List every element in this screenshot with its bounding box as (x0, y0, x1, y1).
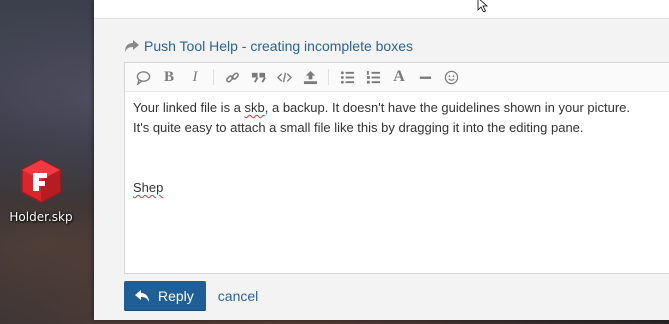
desktop-icon-label: Holder.skp (9, 210, 73, 224)
code-button[interactable] (272, 65, 296, 89)
editor-line: Your linked file is a skb, a backup. It … (133, 98, 662, 118)
quote-button[interactable] (246, 65, 270, 89)
bold-icon: B (163, 68, 174, 85)
italic-button[interactable]: I (183, 65, 207, 89)
reply-button-label: Reply (158, 288, 194, 304)
editor-line: It's quite easy to attach a small file l… (133, 120, 584, 135)
reply-actions: Reply cancel (124, 281, 258, 311)
comment-icon (136, 70, 150, 85)
editor-signature: Shep (133, 178, 662, 198)
toolbar-divider (213, 69, 214, 85)
upload-icon (303, 70, 317, 84)
reply-button[interactable]: Reply (124, 281, 206, 311)
quote-icon (251, 72, 266, 83)
reply-heading[interactable]: Push Tool Help - creating incomplete box… (124, 36, 413, 56)
toolbar-divider (328, 69, 329, 85)
code-icon (276, 72, 292, 82)
reply-topic-title[interactable]: Push Tool Help - creating incomplete box… (144, 38, 413, 54)
reply-editor: B I A Your linked file is a skb, a backu… (124, 62, 669, 274)
share-icon (125, 40, 139, 52)
horizontal-rule-icon (419, 76, 431, 79)
numbered-list-icon (366, 70, 380, 84)
browser-window: Push Tool Help - creating incomplete box… (94, 0, 669, 320)
bullet-list-icon (340, 70, 354, 84)
editor-text-area[interactable]: Your linked file is a skb, a backup. It … (125, 92, 669, 204)
link-icon (225, 71, 239, 83)
italic-icon: I (192, 68, 198, 85)
editor-toolbar: B I A (125, 63, 669, 92)
emoji-icon (444, 70, 458, 84)
bullet-list-button[interactable] (335, 65, 359, 89)
reply-arrow-icon (135, 290, 149, 302)
numbered-list-button[interactable] (361, 65, 385, 89)
sketchup-file-icon (21, 159, 61, 203)
emoji-button[interactable] (439, 65, 463, 89)
line-text: Your linked file is a (133, 100, 245, 115)
horizontal-rule-button[interactable] (413, 65, 437, 89)
misspelled-word: skb (244, 100, 265, 115)
upload-button[interactable] (298, 65, 322, 89)
page-top-strip (94, 0, 669, 19)
bold-button[interactable]: B (157, 65, 181, 89)
line-text: , a backup. It doesn't have the guidelin… (264, 100, 631, 115)
font-button[interactable]: A (387, 65, 411, 89)
cancel-link[interactable]: cancel (218, 288, 258, 304)
desktop-file-holder[interactable]: Holder.skp (6, 158, 76, 224)
mouse-cursor-icon (477, 0, 489, 12)
font-icon: A (393, 68, 405, 85)
signature-text: Shep (133, 180, 164, 195)
link-button[interactable] (220, 65, 244, 89)
comment-button[interactable] (131, 65, 155, 89)
